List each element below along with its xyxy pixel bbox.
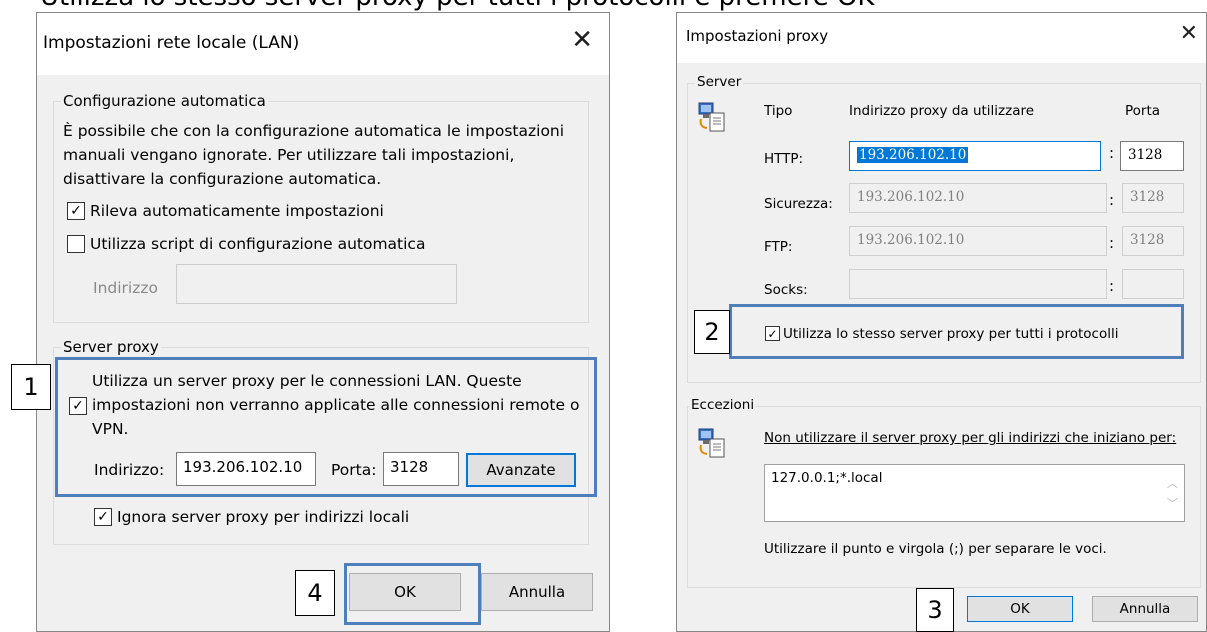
- exceptions-group-label: Eccezioni: [689, 397, 757, 413]
- lan-cancel-button[interactable]: Annulla: [481, 573, 593, 611]
- secure-label: Sicurezza:: [764, 196, 833, 212]
- detect-settings-checkbox[interactable]: ✓: [67, 202, 85, 220]
- bypass-local-checkbox[interactable]: ✓: [94, 508, 112, 526]
- highlight-lan-ok: [344, 563, 481, 625]
- proxy-titlebar: Impostazioni proxy ✕: [677, 13, 1206, 63]
- http-address-input[interactable]: 193.206.102.10: [849, 141, 1101, 171]
- server-group-label: Server: [695, 74, 744, 90]
- auto-config-desc-line2: manuali vengano ignorate. Per utilizzare…: [63, 146, 515, 164]
- scroll-down-icon[interactable]: ﹀: [1167, 495, 1178, 511]
- instruction-caption: Utilizza lo stesso server proxy per tutt…: [40, 0, 874, 12]
- proxy-cancel-button[interactable]: Annulla: [1092, 596, 1198, 622]
- exceptions-textarea[interactable]: 127.0.0.1;*.local ︿ ﹀: [764, 464, 1185, 522]
- ftp-port-input[interactable]: 3128: [1122, 226, 1184, 256]
- proxy-ok-button[interactable]: OK: [967, 596, 1073, 622]
- http-address-value: 193.206.102.10: [857, 147, 969, 163]
- ftp-label: FTP:: [764, 239, 793, 255]
- callout-2: 2: [694, 310, 730, 354]
- http-colon: :: [1109, 144, 1115, 162]
- exceptions-description: Non utilizzare il server proxy per gli i…: [764, 430, 1177, 446]
- socks-port-input[interactable]: [1122, 269, 1184, 299]
- network-computer-icon: [698, 428, 725, 458]
- detect-settings-label: Rileva automaticamente impostazioni: [90, 202, 384, 220]
- check-icon: ✓: [70, 203, 82, 219]
- proxy-dialog-title: Impostazioni proxy: [686, 27, 829, 45]
- column-type-header: Tipo: [764, 103, 793, 119]
- script-address-input[interactable]: [176, 264, 457, 304]
- http-port-input[interactable]: 3128: [1120, 141, 1184, 171]
- auto-config-group-label: Configurazione automatica: [61, 92, 268, 110]
- script-address-label: Indirizzo: [93, 279, 158, 297]
- secure-port-input[interactable]: 3128: [1122, 183, 1184, 213]
- proxy-server-group-label: Server proxy: [61, 338, 161, 356]
- column-address-header: Indirizzo proxy da utilizzare: [849, 103, 1035, 119]
- callout-1: 1: [11, 364, 51, 410]
- auto-script-checkbox[interactable]: [67, 235, 85, 253]
- socks-colon: :: [1109, 277, 1115, 295]
- lan-titlebar: Impostazioni rete locale (LAN) ✕: [37, 13, 609, 75]
- callout-3: 3: [916, 588, 954, 632]
- close-icon[interactable]: ✕: [571, 27, 593, 53]
- secure-colon: :: [1109, 191, 1115, 209]
- column-port-header: Porta: [1125, 103, 1161, 119]
- ftp-address-input[interactable]: 193.206.102.10: [849, 226, 1107, 256]
- socks-label: Socks:: [764, 282, 808, 298]
- bypass-local-label: Ignora server proxy per indirizzi locali: [117, 508, 410, 526]
- exceptions-value: 127.0.0.1;*.local: [771, 470, 883, 486]
- auto-config-desc-line1: È possibile che con la configurazione au…: [63, 122, 565, 140]
- auto-config-desc-line3: disattivare la configurazione automatica…: [63, 170, 382, 188]
- auto-script-label: Utilizza script di configurazione automa…: [90, 235, 426, 253]
- highlight-same-proxy: [729, 304, 1184, 359]
- secure-address-input[interactable]: 193.206.102.10: [849, 183, 1107, 213]
- highlight-use-proxy: [55, 357, 597, 497]
- lan-dialog-title: Impostazioni rete locale (LAN): [43, 33, 300, 53]
- ftp-colon: :: [1109, 234, 1115, 252]
- exceptions-hint: Utilizzare il punto e virgola (;) per se…: [764, 541, 1107, 557]
- http-label: HTTP:: [764, 151, 804, 167]
- scroll-up-icon[interactable]: ︿: [1167, 475, 1178, 491]
- network-computer-icon: [698, 102, 725, 132]
- lan-settings-dialog: Impostazioni rete locale (LAN) ✕ Configu…: [36, 12, 610, 632]
- callout-4: 4: [295, 570, 335, 616]
- socks-address-input[interactable]: [849, 269, 1107, 299]
- check-icon: ✓: [97, 509, 109, 525]
- close-icon[interactable]: ✕: [1180, 23, 1198, 45]
